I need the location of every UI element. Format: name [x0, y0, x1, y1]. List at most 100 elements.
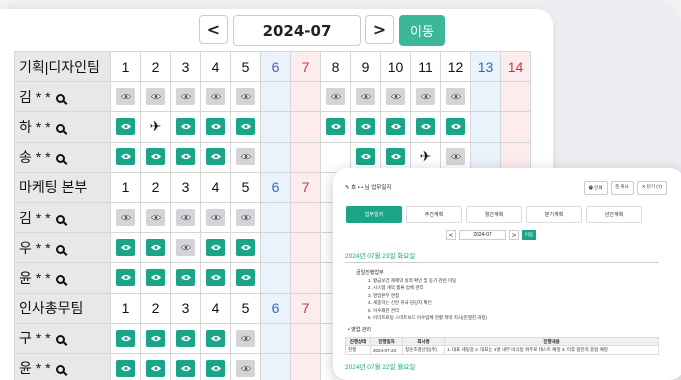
search-icon[interactable]	[56, 335, 66, 345]
prev-month-button[interactable]: <	[199, 15, 228, 44]
popup-prev-button[interactable]: <	[446, 230, 456, 240]
view-journal-button[interactable]	[356, 148, 375, 166]
view-journal-button[interactable]	[386, 88, 405, 106]
airplane-icon[interactable]: ✈	[420, 148, 432, 164]
list-item: 2. 시스템 개약 품류 업체 관리	[368, 285, 424, 291]
view-journal-button[interactable]	[206, 269, 225, 287]
view-journal-button[interactable]	[236, 329, 255, 347]
tab-quarterly-plan[interactable]: 분기계획	[526, 206, 582, 223]
month-input[interactable]: 2024-07	[233, 15, 361, 46]
popup-next-button[interactable]: >	[509, 230, 519, 240]
day-cell	[290, 111, 321, 143]
employee-name: 송 * *	[19, 149, 51, 166]
view-journal-button[interactable]	[386, 148, 405, 166]
day-cell	[350, 111, 381, 143]
view-journal-button[interactable]	[116, 238, 135, 256]
employee-name: 윤 * *	[19, 360, 51, 377]
search-icon[interactable]	[56, 365, 66, 375]
search-icon[interactable]	[56, 244, 66, 254]
day-cell	[200, 111, 231, 143]
popup-go-button[interactable]: 이동	[522, 230, 536, 240]
view-journal-button[interactable]	[236, 118, 255, 136]
view-journal-button[interactable]	[206, 148, 225, 166]
view-journal-button[interactable]	[236, 238, 255, 256]
view-journal-button[interactable]	[386, 118, 405, 136]
view-journal-button[interactable]	[176, 208, 195, 226]
view-journal-button[interactable]	[326, 118, 345, 136]
view-journal-button[interactable]	[446, 148, 465, 166]
tab-weekly-plan[interactable]: 주간계획	[406, 206, 462, 223]
day-cell	[170, 201, 201, 234]
search-icon[interactable]	[56, 274, 66, 284]
view-journal-button[interactable]	[146, 88, 165, 106]
month-navigation: < 2024-07 > 이동	[0, 15, 553, 47]
view-journal-button[interactable]	[146, 238, 165, 256]
view-journal-button[interactable]	[176, 118, 195, 136]
view-journal-button[interactable]	[206, 118, 225, 136]
day-header: 10	[380, 50, 411, 83]
view-journal-button[interactable]	[116, 208, 135, 226]
view-journal-button[interactable]	[146, 329, 165, 347]
day-header: 2	[140, 292, 171, 324]
view-journal-button[interactable]	[356, 118, 375, 136]
view-journal-button[interactable]	[176, 329, 195, 347]
view-journal-button[interactable]	[116, 148, 135, 166]
view-journal-button[interactable]	[236, 208, 255, 226]
employee-name-cell: 우 * *	[14, 232, 111, 264]
view-journal-button[interactable]	[146, 148, 165, 166]
view-journal-button[interactable]	[116, 88, 135, 106]
view-journal-button[interactable]	[356, 88, 375, 106]
view-journal-button[interactable]	[206, 208, 225, 226]
go-button[interactable]: 이동	[399, 15, 445, 46]
view-journal-button[interactable]	[206, 329, 225, 347]
copy-button[interactable]: ⎘ 복사	[610, 181, 634, 195]
print-button[interactable]: 🖶 인쇄	[583, 181, 608, 195]
view-journal-button[interactable]	[116, 359, 135, 377]
day-cell	[110, 111, 141, 143]
view-journal-button[interactable]	[416, 88, 435, 106]
view-journal-button[interactable]	[206, 88, 225, 106]
day-cell	[140, 232, 171, 264]
day-header: 12	[440, 50, 471, 83]
view-journal-button[interactable]	[326, 88, 345, 106]
view-journal-button[interactable]	[206, 359, 225, 377]
view-journal-button[interactable]	[146, 208, 165, 226]
view-journal-button[interactable]	[176, 88, 195, 106]
view-journal-button[interactable]	[236, 269, 255, 287]
day-header: 7	[290, 171, 321, 203]
employee-name-cell: 하 * *	[14, 111, 111, 143]
day-cell	[440, 111, 471, 143]
day-cell	[290, 262, 321, 294]
view-journal-button[interactable]	[146, 269, 165, 287]
tab-monthly-plan[interactable]: 월간계획	[466, 206, 522, 223]
view-journal-button[interactable]	[236, 148, 255, 166]
view-journal-button[interactable]	[236, 359, 255, 377]
close-button[interactable]: ✕ 닫기 (T)	[636, 181, 667, 195]
popup-month-input[interactable]: 2024-07	[459, 230, 506, 240]
tab-yearly-plan[interactable]: 년간계획	[586, 206, 642, 223]
view-journal-button[interactable]	[446, 118, 465, 136]
search-icon[interactable]	[56, 93, 66, 103]
employee-name: 우 * *	[19, 239, 51, 256]
table-row[interactable]: 진행 2024-07-23 청운조명산업(주) 1. 대표 세팅중 2. 대표는…	[345, 345, 659, 356]
view-journal-button[interactable]	[116, 269, 135, 287]
day-header: 14	[500, 50, 531, 83]
view-journal-button[interactable]	[176, 148, 195, 166]
view-journal-button[interactable]	[146, 359, 165, 377]
search-icon[interactable]	[56, 123, 66, 133]
airplane-icon[interactable]: ✈	[150, 118, 162, 134]
view-journal-button[interactable]	[176, 359, 195, 377]
view-journal-button[interactable]	[236, 88, 255, 106]
view-journal-button[interactable]	[116, 118, 135, 136]
view-journal-button[interactable]	[176, 238, 195, 256]
view-journal-button[interactable]	[446, 88, 465, 106]
tab-daily-journal[interactable]: 업무일지	[346, 206, 402, 223]
view-journal-button[interactable]	[206, 238, 225, 256]
next-month-button[interactable]: >	[365, 15, 394, 44]
view-journal-button[interactable]	[116, 329, 135, 347]
view-journal-button[interactable]	[416, 118, 435, 136]
table-cell: 청운조명산업(주)	[402, 345, 445, 356]
view-journal-button[interactable]	[176, 269, 195, 287]
search-icon[interactable]	[56, 154, 66, 164]
search-icon[interactable]	[56, 214, 66, 224]
